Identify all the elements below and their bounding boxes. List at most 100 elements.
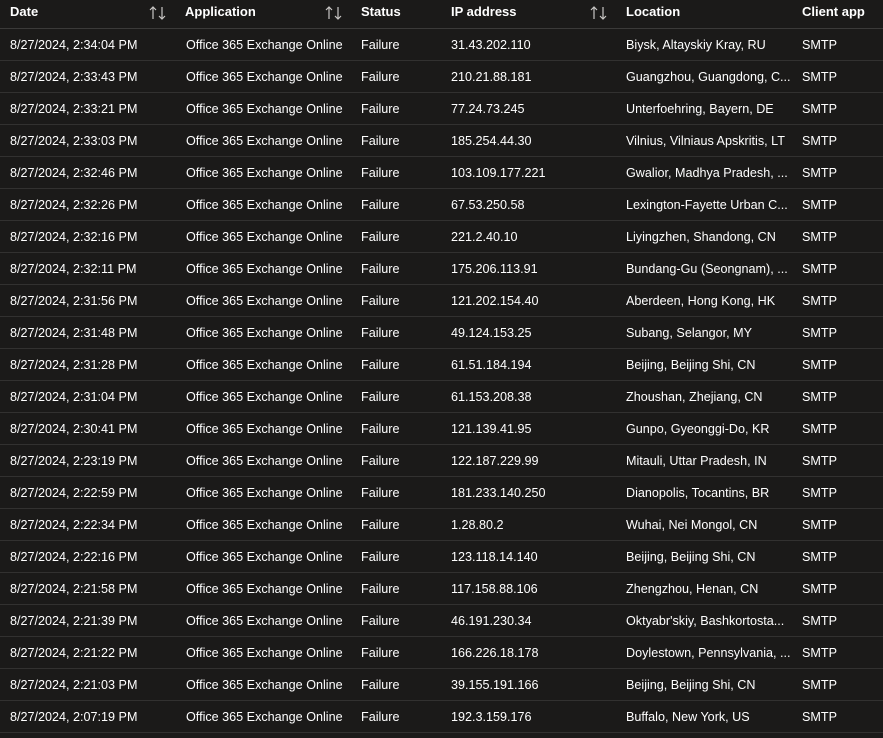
table-row[interactable]: 8/27/2024, 2:23:19 PM Office 365 Exchange… [0, 445, 883, 477]
table-row[interactable]: 8/27/2024, 2:32:26 PM Office 365 Exchange… [0, 189, 883, 221]
column-header-client-app[interactable]: Client app [802, 0, 865, 28]
sort-arrows-icon[interactable] [147, 4, 169, 22]
cell-ip-address: 77.24.73.245 [451, 102, 525, 116]
cell-location: Gunpo, Gyeonggi-Do, KR [626, 422, 770, 436]
cell-date: 8/27/2024, 2:31:28 PM [10, 358, 138, 372]
cell-status: Failure [361, 134, 400, 148]
cell-application: Office 365 Exchange Online [186, 134, 343, 148]
table-row[interactable]: 8/27/2024, 2:33:43 PM Office 365 Exchange… [0, 61, 883, 93]
cell-application: Office 365 Exchange Online [186, 454, 343, 468]
cell-ip-address: 31.43.202.110 [451, 38, 531, 52]
table-row[interactable]: 8/27/2024, 2:22:34 PM Office 365 Exchange… [0, 509, 883, 541]
table-row[interactable]: 8/27/2024, 2:22:59 PM Office 365 Exchange… [0, 477, 883, 509]
cell-client-app: SMTP [802, 134, 837, 148]
column-header-application[interactable]: Application [185, 0, 256, 28]
cell-location: Buffalo, New York, US [626, 710, 750, 724]
cell-status: Failure [361, 422, 400, 436]
column-header-status[interactable]: Status [361, 0, 401, 28]
table-row[interactable]: 8/27/2024, 2:33:21 PM Office 365 Exchange… [0, 93, 883, 125]
table-row[interactable]: 8/27/2024, 2:31:56 PM Office 365 Exchange… [0, 285, 883, 317]
cell-ip-address: 122.187.229.99 [451, 454, 539, 468]
cell-date: 8/27/2024, 2:32:46 PM [10, 166, 138, 180]
cell-client-app: SMTP [802, 38, 837, 52]
cell-status: Failure [361, 582, 400, 596]
cell-application: Office 365 Exchange Online [186, 294, 343, 308]
cell-application: Office 365 Exchange Online [186, 326, 343, 340]
cell-status: Failure [361, 646, 400, 660]
cell-status: Failure [361, 166, 400, 180]
cell-status: Failure [361, 710, 400, 724]
table-row[interactable]: 8/27/2024, 2:21:58 PM Office 365 Exchange… [0, 573, 883, 605]
cell-application: Office 365 Exchange Online [186, 614, 343, 628]
cell-location: Liyingzhen, Shandong, CN [626, 230, 776, 244]
cell-date: 8/27/2024, 2:33:21 PM [10, 102, 138, 116]
cell-date: 8/27/2024, 2:31:48 PM [10, 326, 138, 340]
table-row[interactable]: 8/27/2024, 2:21:03 PM Office 365 Exchange… [0, 669, 883, 701]
grid-body: 8/27/2024, 2:34:04 PM Office 365 Exchange… [0, 29, 883, 733]
table-row[interactable]: 8/27/2024, 2:21:39 PM Office 365 Exchange… [0, 605, 883, 637]
cell-ip-address: 210.21.88.181 [451, 70, 532, 84]
cell-status: Failure [361, 486, 400, 500]
cell-client-app: SMTP [802, 166, 837, 180]
table-row[interactable]: 8/27/2024, 2:31:28 PM Office 365 Exchange… [0, 349, 883, 381]
table-row[interactable]: 8/27/2024, 2:34:04 PM Office 365 Exchange… [0, 29, 883, 61]
cell-location: Zhengzhou, Henan, CN [626, 582, 759, 596]
table-row[interactable]: 8/27/2024, 2:22:16 PM Office 365 Exchange… [0, 541, 883, 573]
cell-ip-address: 61.153.208.38 [451, 390, 532, 404]
cell-date: 8/27/2024, 2:22:16 PM [10, 550, 138, 564]
cell-ip-address: 123.118.14.140 [451, 550, 538, 564]
cell-client-app: SMTP [802, 710, 837, 724]
cell-client-app: SMTP [802, 614, 837, 628]
cell-date: 8/27/2024, 2:32:11 PM [10, 262, 137, 276]
cell-client-app: SMTP [802, 102, 837, 116]
table-row[interactable]: 8/27/2024, 2:33:03 PM Office 365 Exchange… [0, 125, 883, 157]
cell-date: 8/27/2024, 2:23:19 PM [10, 454, 138, 468]
cell-client-app: SMTP [802, 358, 837, 372]
table-row[interactable]: 8/27/2024, 2:32:11 PM Office 365 Exchange… [0, 253, 883, 285]
cell-date: 8/27/2024, 2:31:56 PM [10, 294, 138, 308]
column-header-date[interactable]: Date [10, 0, 38, 28]
table-row[interactable]: 8/27/2024, 2:32:46 PM Office 365 Exchange… [0, 157, 883, 189]
cell-application: Office 365 Exchange Online [186, 198, 343, 212]
cell-ip-address: 121.139.41.95 [451, 422, 532, 436]
table-row[interactable]: 8/27/2024, 2:07:19 PM Office 365 Exchange… [0, 701, 883, 733]
sort-arrows-icon[interactable] [588, 4, 610, 22]
table-row[interactable]: 8/27/2024, 2:31:48 PM Office 365 Exchange… [0, 317, 883, 349]
cell-client-app: SMTP [802, 454, 837, 468]
cell-client-app: SMTP [802, 230, 837, 244]
cell-application: Office 365 Exchange Online [186, 646, 343, 660]
cell-status: Failure [361, 70, 400, 84]
cell-client-app: SMTP [802, 518, 837, 532]
cell-date: 8/27/2024, 2:32:26 PM [10, 198, 138, 212]
cell-status: Failure [361, 102, 400, 116]
cell-client-app: SMTP [802, 486, 837, 500]
cell-date: 8/27/2024, 2:21:58 PM [10, 582, 138, 596]
cell-status: Failure [361, 614, 400, 628]
cell-status: Failure [361, 678, 400, 692]
cell-ip-address: 117.158.88.106 [451, 582, 538, 596]
cell-status: Failure [361, 262, 400, 276]
cell-ip-address: 103.109.177.221 [451, 166, 546, 180]
table-row[interactable]: 8/27/2024, 2:21:22 PM Office 365 Exchange… [0, 637, 883, 669]
cell-status: Failure [361, 550, 400, 564]
table-row[interactable]: 8/27/2024, 2:32:16 PM Office 365 Exchange… [0, 221, 883, 253]
cell-location: Subang, Selangor, MY [626, 326, 753, 340]
cell-application: Office 365 Exchange Online [186, 550, 343, 564]
cell-location: Zhoushan, Zhejiang, CN [626, 390, 763, 404]
cell-date: 8/27/2024, 2:31:04 PM [10, 390, 138, 404]
sort-arrows-icon[interactable] [323, 4, 345, 22]
column-header-location[interactable]: Location [626, 0, 680, 28]
cell-location: Wuhai, Nei Mongol, CN [626, 518, 758, 532]
cell-ip-address: 121.202.154.40 [451, 294, 539, 308]
cell-date: 8/27/2024, 2:30:41 PM [10, 422, 138, 436]
cell-application: Office 365 Exchange Online [186, 102, 343, 116]
table-row[interactable]: 8/27/2024, 2:30:41 PM Office 365 Exchange… [0, 413, 883, 445]
cell-location: Dianopolis, Tocantins, BR [626, 486, 770, 500]
cell-application: Office 365 Exchange Online [186, 518, 343, 532]
cell-application: Office 365 Exchange Online [186, 358, 343, 372]
cell-client-app: SMTP [802, 198, 837, 212]
column-header-ip-address[interactable]: IP address [451, 0, 517, 28]
cell-ip-address: 166.226.18.178 [451, 646, 539, 660]
cell-status: Failure [361, 38, 400, 52]
table-row[interactable]: 8/27/2024, 2:31:04 PM Office 365 Exchange… [0, 381, 883, 413]
